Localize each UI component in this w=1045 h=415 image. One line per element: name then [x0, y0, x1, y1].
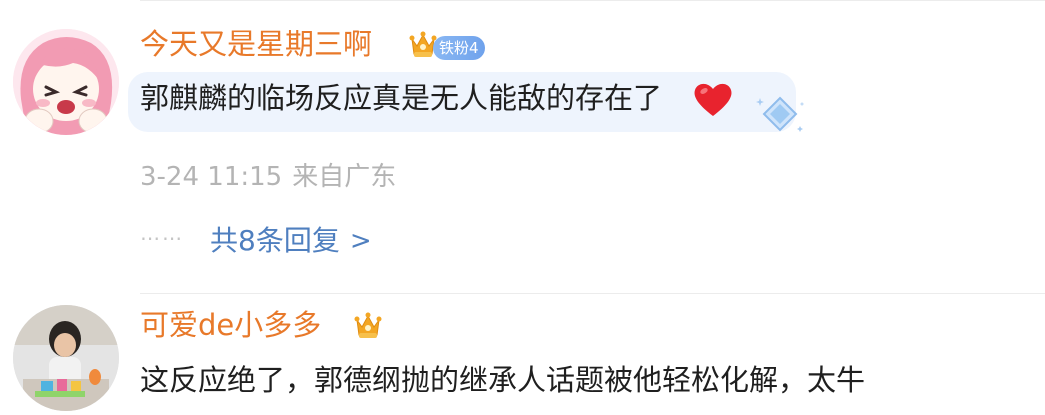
replies-count-label[interactable]: 共8条回复: [210, 223, 340, 259]
top-divider: [140, 0, 1045, 1]
username[interactable]: 今天又是星期三啊: [140, 26, 372, 62]
comment-location: 来自广东: [292, 162, 397, 192]
diamond-sparkle-icon: [756, 96, 804, 132]
chevron-right-icon[interactable]: >: [350, 226, 372, 256]
avatar[interactable]: [13, 305, 119, 411]
avatar[interactable]: [13, 29, 119, 135]
comment-meta: 3-24 11:15 来自广东: [140, 160, 406, 194]
username[interactable]: 可爱de小多多: [140, 307, 321, 343]
child-photo-avatar-icon: [13, 305, 119, 411]
view-replies-link[interactable]: ⋯⋯ 共8条回复 >: [140, 223, 372, 259]
crown-icon: [354, 312, 382, 338]
heart-emoji-icon: [694, 83, 732, 116]
fan-level-badge[interactable]: 铁粉4: [433, 36, 485, 60]
comment-text: 郭麒麟的临场反应真是无人能敌的存在了: [140, 81, 663, 115]
comment-text: 这反应绝了，郭德纲抛的继承人话题被他轻松化解，太牛: [140, 363, 866, 397]
anime-girl-avatar-icon: [13, 29, 119, 135]
replies-dots: ⋯⋯: [140, 226, 184, 250]
comment-time: 3-24 11:15: [140, 162, 283, 192]
comment-divider: [140, 293, 1045, 294]
